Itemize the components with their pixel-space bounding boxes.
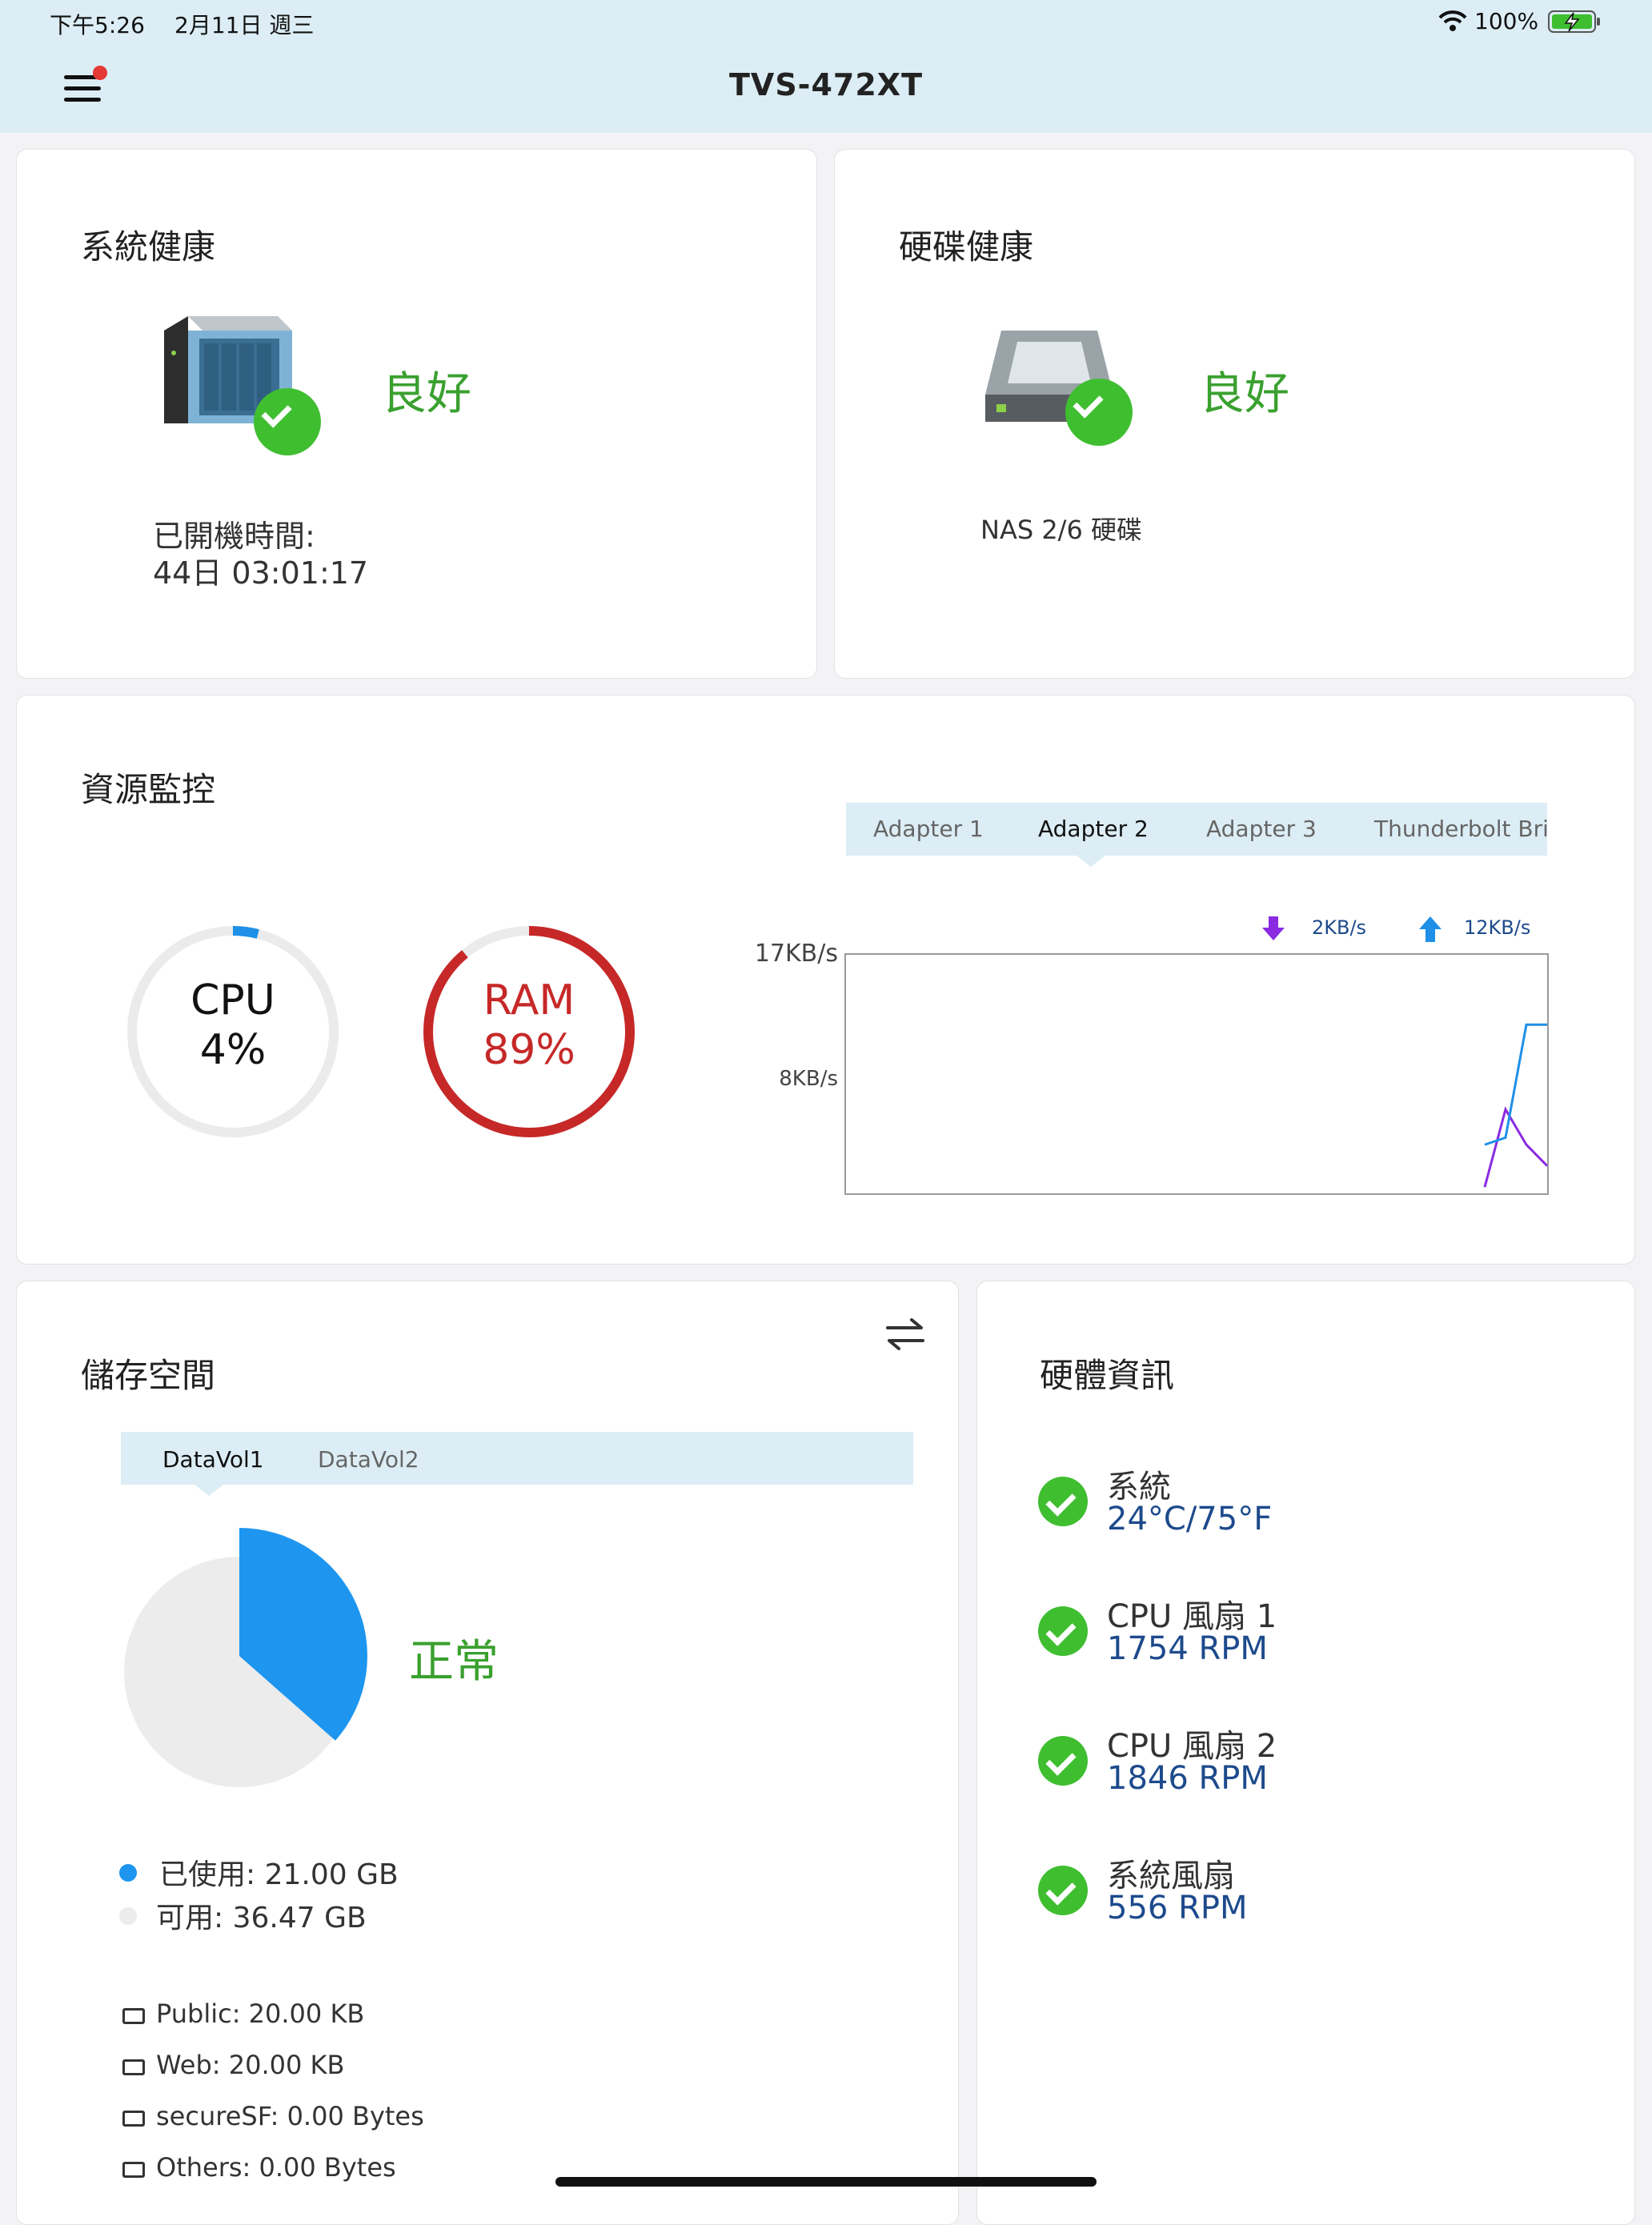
storage-card[interactable]: 儲存空間 DataVol1 DataVol2 正常 已使用: 21.00 GB … xyxy=(16,1281,959,2225)
free-legend-label: 可用: 36.47 GB xyxy=(156,1902,367,1934)
hw-cpu-fan1-check-icon xyxy=(1038,1606,1088,1656)
battery-charging-icon xyxy=(1548,10,1600,33)
system-health-card[interactable]: 系統健康 良好 已開機時間: 44日 03:01:17 xyxy=(16,149,817,679)
ram-value: 89% xyxy=(483,1026,575,1074)
storage-title: 儲存空間 xyxy=(81,1356,216,1395)
system-health-status: 良好 xyxy=(382,368,471,420)
used-legend-dot xyxy=(119,1864,137,1882)
free-legend-dot xyxy=(119,1907,137,1925)
hardware-info-card[interactable]: 硬體資訊 系統 24°C/75°F CPU 風扇 1 1754 RPM CPU … xyxy=(976,1281,1635,2225)
folder-row[interactable]: Others: 0.00 Bytes xyxy=(122,2152,396,2183)
active-volume-indicator xyxy=(194,1485,223,1496)
resource-monitor-card[interactable]: 資源監控 CPU 4% RAM 89% Adapter 1 Adapter 2 … xyxy=(16,695,1635,1265)
battery-percent: 100% xyxy=(1474,8,1539,34)
upload-arrow-icon xyxy=(1419,916,1441,942)
hw-cpu-fan2-value: 1846 RPM xyxy=(1107,1760,1268,1797)
folder-row[interactable]: Public: 20.00 KB xyxy=(122,1998,364,2029)
folder-row[interactable]: secureSF: 0.00 Bytes xyxy=(122,2101,424,2131)
folder-icon xyxy=(122,2008,145,2024)
ram-gauge-text: RAM 89% xyxy=(419,976,640,1075)
tab-datavol1[interactable]: DataVol1 xyxy=(162,1446,264,1473)
volume-tab-strip: DataVol1 DataVol2 xyxy=(121,1432,913,1485)
disk-health-check-icon xyxy=(1065,379,1133,446)
system-health-check-icon xyxy=(254,388,321,455)
active-tab-indicator xyxy=(1077,856,1105,867)
hw-cpu-fan2-check-icon xyxy=(1038,1736,1088,1786)
tab-datavol2[interactable]: DataVol2 xyxy=(318,1446,419,1473)
cpu-value: 4% xyxy=(199,1026,267,1074)
uptime-block: 已開機時間: 44日 03:01:17 xyxy=(153,518,368,591)
chart-y-axis: 17KB/s 8KB/s xyxy=(721,940,846,1230)
upload-rate: 12KB/s xyxy=(1464,916,1531,939)
folder-icon xyxy=(122,2059,145,2075)
y-tick-label: 17KB/s xyxy=(754,940,838,968)
folder-label: secureSF: 0.00 Bytes xyxy=(156,2101,424,2131)
hardware-info-title: 硬體資訊 xyxy=(1040,1356,1175,1395)
hw-system-fan-check-icon xyxy=(1038,1866,1088,1915)
disk-health-title: 硬碟健康 xyxy=(899,227,1034,267)
chart-plot-area xyxy=(844,953,1549,1195)
download-arrow-icon xyxy=(1262,916,1285,940)
wifi-icon xyxy=(1438,10,1467,31)
folder-label: Others: 0.00 Bytes xyxy=(156,2152,396,2183)
storage-status: 正常 xyxy=(409,1636,499,1688)
storage-pie-chart xyxy=(124,1528,367,1787)
hw-cpu-fan1-value: 1754 RPM xyxy=(1107,1630,1268,1667)
system-health-title: 系統健康 xyxy=(81,227,216,267)
folder-row[interactable]: Web: 20.00 KB xyxy=(122,2050,344,2080)
cpu-gauge-text: CPU 4% xyxy=(122,976,343,1075)
cpu-label: CPU xyxy=(190,976,275,1024)
uptime-value: 44日 03:01:17 xyxy=(153,555,369,591)
folder-icon xyxy=(122,2111,145,2127)
uptime-label: 已開機時間: xyxy=(153,519,315,554)
tab-adapter-1[interactable]: Adapter 1 xyxy=(873,816,984,842)
y-tick-label: 8KB/s xyxy=(779,1066,838,1091)
tab-adapter-2[interactable]: Adapter 2 xyxy=(1038,816,1149,842)
disk-health-card[interactable]: 硬碟健康 良好 NAS 2/6 硬碟 xyxy=(834,149,1635,679)
used-legend-label: 已使用: 21.00 GB xyxy=(159,1858,399,1891)
status-time: 下午5:26 xyxy=(50,12,145,38)
hw-system-value: 24°C/75°F xyxy=(1107,1501,1273,1537)
hw-system-fan-value: 556 RPM xyxy=(1107,1890,1248,1926)
download-rate: 2KB/s xyxy=(1312,916,1367,939)
status-date: 2月11日 週三 xyxy=(174,12,315,38)
disk-health-status: 良好 xyxy=(1200,368,1289,420)
page-title: TVS-472XT xyxy=(728,67,923,102)
swap-icon[interactable] xyxy=(884,1317,926,1352)
resource-monitor-title: 資源監控 xyxy=(81,770,216,809)
network-chart xyxy=(844,953,1549,1195)
ram-label: RAM xyxy=(483,976,575,1024)
folder-label: Public: 20.00 KB xyxy=(156,1998,365,2029)
hw-system-check-icon xyxy=(1038,1477,1088,1526)
tab-adapter-3[interactable]: Adapter 3 xyxy=(1206,816,1317,842)
disk-summary: NAS 2/6 硬碟 xyxy=(980,515,1142,545)
app-header: 下午5:26 2月11日 週三 100% TVS-472XT xyxy=(0,0,1652,133)
home-indicator[interactable] xyxy=(555,2177,1097,2187)
adapter-tab-strip: Adapter 1 Adapter 2 Adapter 3 Thunderbol… xyxy=(846,803,1547,856)
folder-label: Web: 20.00 KB xyxy=(156,2050,345,2080)
folder-icon xyxy=(122,2162,145,2178)
tab-thunderbolt-bridge[interactable]: Thunderbolt Bri xyxy=(1374,816,1547,842)
